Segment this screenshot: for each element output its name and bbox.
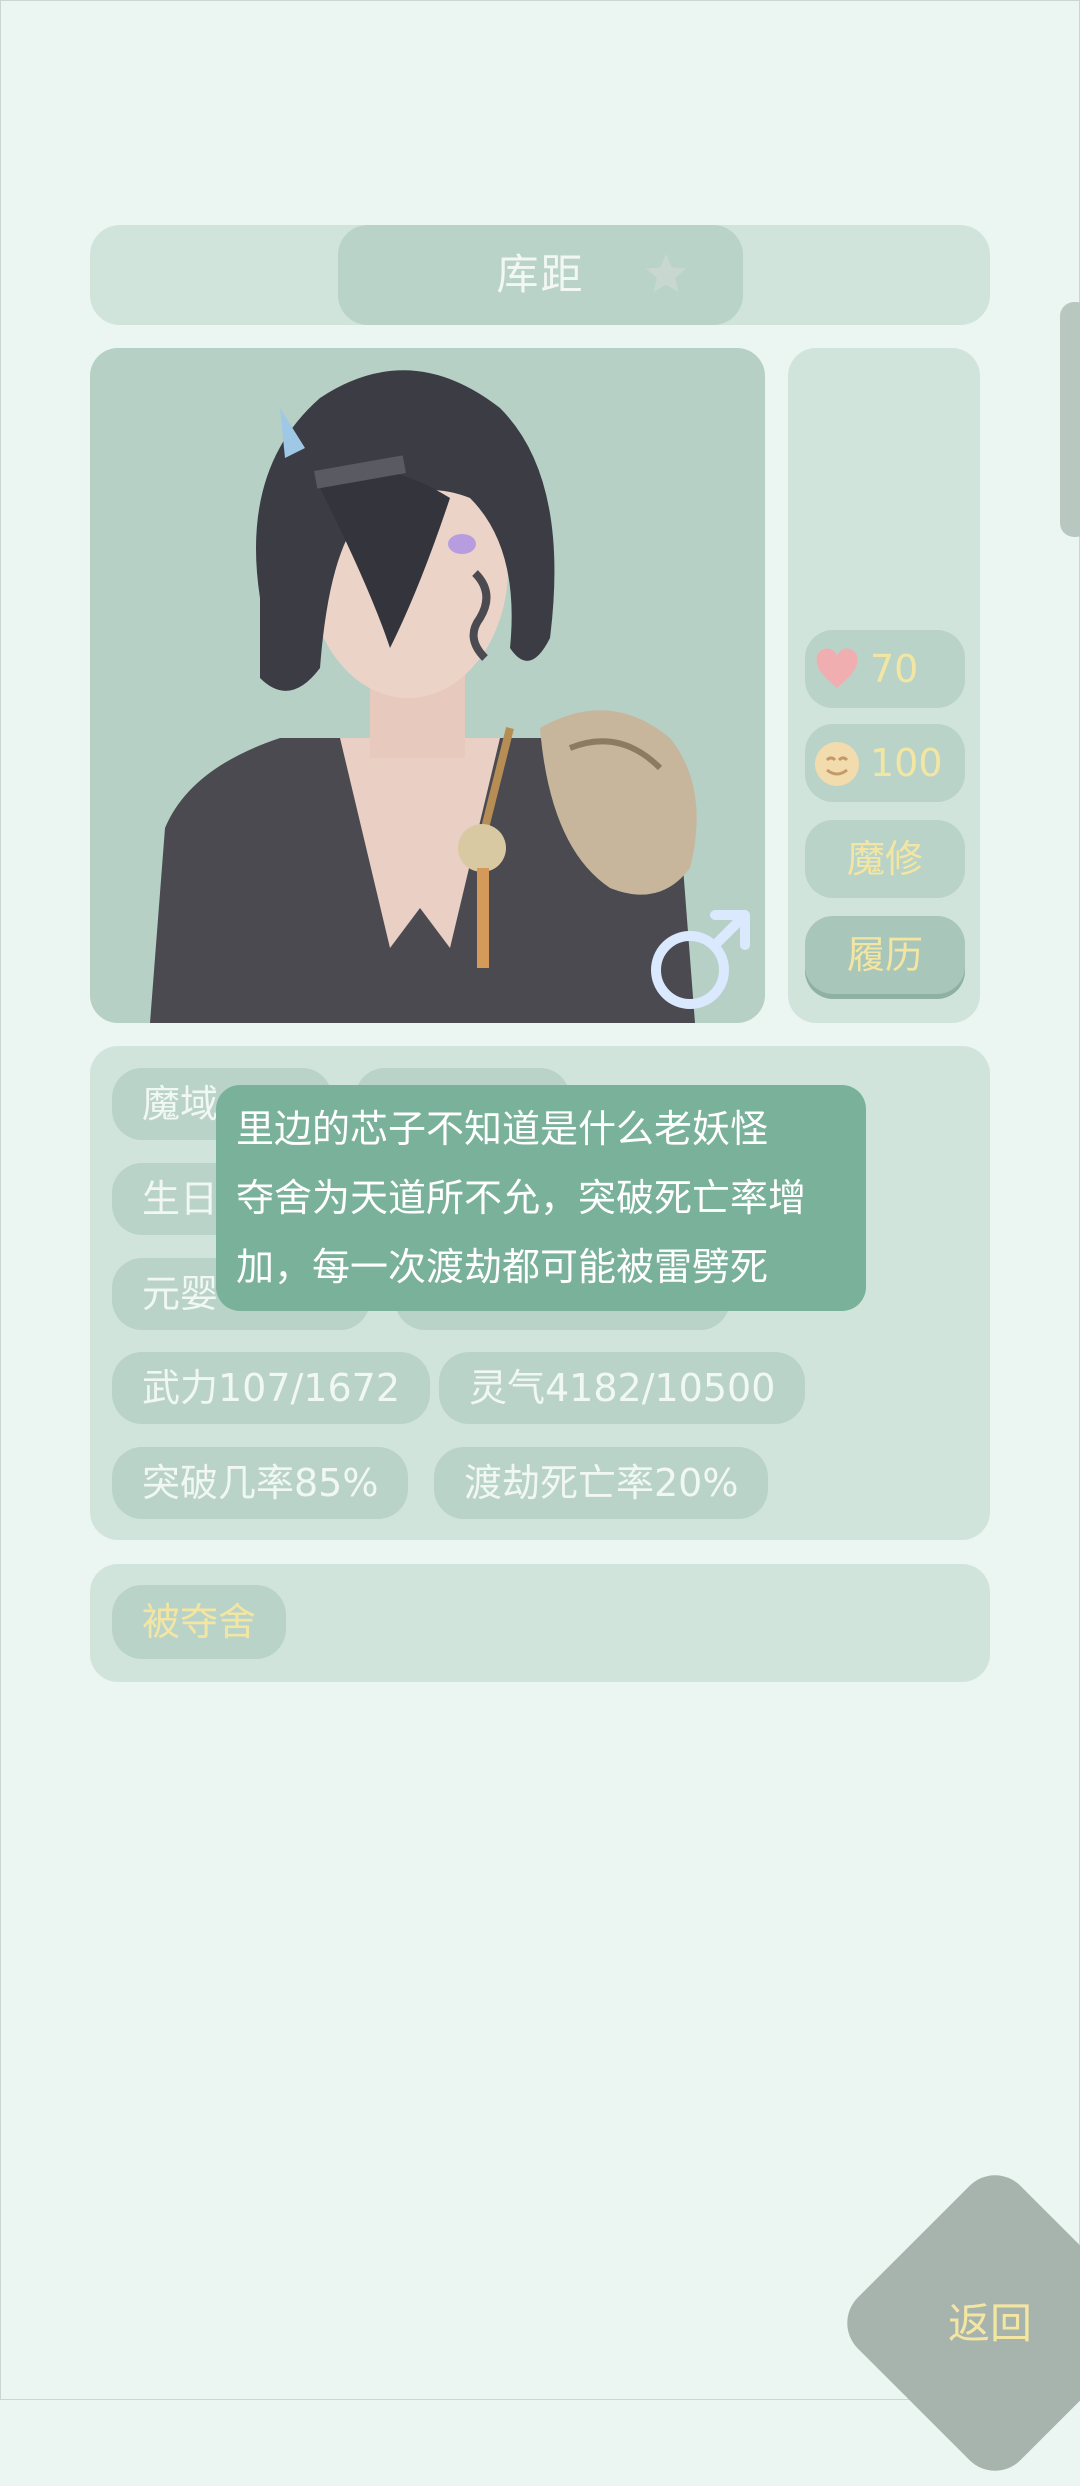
tooltip-line-3: 加，每一次渡劫都可能被雷劈死 bbox=[236, 1245, 769, 1289]
spirit-energy-chip[interactable]: 灵气4182/10500 bbox=[439, 1352, 806, 1424]
resume-button[interactable]: 履历 bbox=[805, 916, 965, 994]
tooltip-line-2: 夺舍为天道所不允，突破死亡率增 bbox=[236, 1176, 807, 1220]
trait-chip-possessed[interactable]: 被夺舍 bbox=[112, 1585, 287, 1659]
sect-badge[interactable]: 魔修 bbox=[805, 820, 965, 898]
tribulation-death-chip[interactable]: 渡劫死亡率20% bbox=[434, 1447, 769, 1519]
mood-stat: 100 bbox=[805, 724, 965, 802]
tooltip-line-1: 里边的芯子不知道是什么老妖怪 bbox=[236, 1107, 769, 1151]
smile-face-icon bbox=[815, 742, 859, 786]
breakthrough-chance-chip[interactable]: 突破几率85% bbox=[112, 1447, 409, 1519]
trait-tooltip: 里边的芯子不知道是什么老妖怪 夺舍为天道所不允，突破死亡率增 加，每一次渡劫都可… bbox=[216, 1085, 866, 1311]
martial-power-chip[interactable]: 武力107/1672 bbox=[112, 1352, 431, 1424]
heart-icon bbox=[816, 648, 858, 688]
male-symbol-icon bbox=[651, 910, 750, 1009]
health-value: 70 bbox=[870, 647, 919, 691]
mood-value: 100 bbox=[870, 741, 943, 785]
star-icon[interactable] bbox=[642, 250, 690, 298]
back-button-label[interactable]: 返回 bbox=[948, 2290, 1032, 2351]
health-stat: 70 bbox=[805, 630, 965, 708]
scroll-handle[interactable] bbox=[1060, 302, 1080, 537]
